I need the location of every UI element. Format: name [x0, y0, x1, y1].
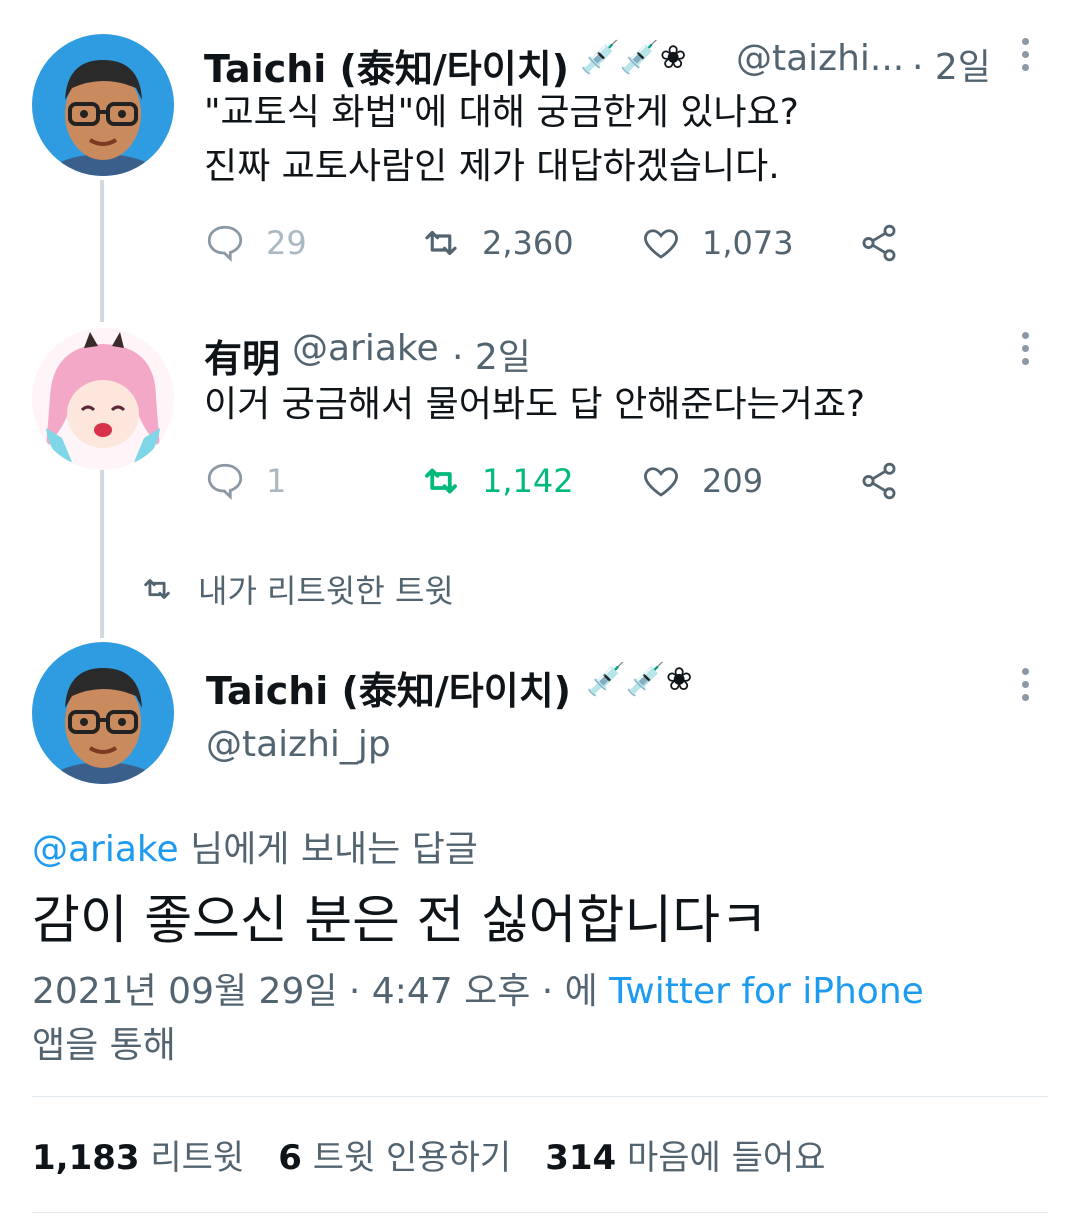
avatar-taichi-main-image	[32, 642, 174, 784]
tweet2-retweet-button[interactable]: 1,142	[420, 460, 574, 502]
stat-retweets-label: 리트윗	[150, 1138, 245, 1178]
stat-retweets[interactable]: 1,183 리트윗	[32, 1130, 244, 1179]
tweet1-author-badge: 💉💉❀	[580, 38, 687, 76]
avatar-taichi[interactable]	[32, 34, 174, 176]
retweet-context-icon	[144, 579, 170, 599]
replying-to-suffix: 님에게 보내는 답글	[178, 829, 478, 870]
main-handle[interactable]: @taizhi_jp	[206, 724, 391, 765]
tweet1-like-button[interactable]: 1,073	[640, 222, 794, 264]
main-source-link[interactable]: Twitter for iPhone	[609, 971, 924, 1012]
tweet1-retweet-count: 2,360	[482, 224, 574, 262]
main-more-icon[interactable]	[1022, 668, 1032, 707]
stats-row: 1,183 리트윗 6 트윗 인용하기 314 마음에 들어요	[32, 1130, 825, 1179]
replying-to-handle[interactable]: @ariake	[32, 829, 179, 870]
stats-divider-top	[32, 1096, 1048, 1097]
tweet1-more-icon[interactable]	[1022, 38, 1032, 77]
tweet1-time[interactable]: · 2일	[912, 38, 991, 90]
stat-quotes-count: 6	[278, 1138, 302, 1178]
tweet1-retweet-button[interactable]: 2,360	[420, 222, 574, 264]
reply-icon	[207, 463, 243, 501]
main-author-badge: 💉💉❀	[586, 660, 693, 698]
share-icon	[862, 462, 896, 500]
stat-likes-label: 마음에 들어요	[626, 1138, 826, 1178]
tweet2-handle[interactable]: @ariake	[292, 328, 439, 369]
stat-likes-count: 314	[545, 1138, 617, 1178]
tweet1-author-name[interactable]: Taichi (泰知/타이치)	[204, 38, 569, 93]
tweet2-like-count: 209	[702, 462, 764, 500]
tweet2-like-button[interactable]: 209	[640, 460, 763, 502]
main-source-suffix: 앱을 통해	[32, 1025, 176, 1066]
main-tweet-text: 감이 좋으신 분은 전 싫어합니다ㅋ	[32, 891, 768, 951]
thread-line-1	[100, 180, 104, 322]
tweet1-like-count: 1,073	[702, 224, 794, 262]
tweet2-more-icon[interactable]	[1022, 332, 1032, 371]
retweet-context: 내가 리트윗한 트윗	[140, 566, 454, 612]
tweet2-share-button[interactable]	[858, 460, 900, 502]
tweet1-handle[interactable]: @taizhi...	[736, 38, 904, 79]
main-timestamp[interactable]: 2021년 09월 29일 · 4:47 오후 · 에	[32, 971, 609, 1012]
stat-quotes[interactable]: 6 트윗 인용하기	[278, 1130, 511, 1179]
avatar-taichi-main[interactable]	[32, 642, 174, 784]
tweet1-share-button[interactable]	[858, 222, 900, 264]
retweet-icon-active	[425, 468, 457, 494]
main-author-name[interactable]: Taichi (泰知/타이치)	[206, 660, 571, 715]
tweet2-time[interactable]: · 2일	[452, 328, 531, 380]
stat-retweets-count: 1,183	[32, 1138, 140, 1178]
tweet2-reply-button[interactable]: 1	[204, 460, 286, 502]
avatar-ariake[interactable]	[32, 328, 174, 470]
stat-quotes-label: 트윗 인용하기	[312, 1138, 512, 1178]
stats-divider-bottom	[32, 1212, 1048, 1213]
tweet2-author-name[interactable]: 有明	[204, 328, 280, 383]
tweet2-text: 이거 궁금해서 물어봐도 답 안해준다는거죠?	[204, 384, 866, 425]
tweet1-reply-count: 29	[266, 224, 307, 262]
avatar-taichi-image	[32, 34, 174, 176]
tweet2-reply-count: 1	[266, 462, 287, 500]
tweet2-retweet-count: 1,142	[482, 462, 574, 500]
tweet1-reply-button[interactable]: 29	[204, 222, 307, 264]
stat-likes[interactable]: 314 마음에 들어요	[545, 1130, 825, 1179]
tweet1-text-line2: 진짜 교토사람인 제가 대답하겠습니다.	[204, 146, 780, 187]
reply-icon	[207, 225, 243, 263]
avatar-ariake-image	[32, 328, 174, 470]
retweet-context-label: 내가 리트윗한 트윗	[198, 572, 454, 610]
thread-line-2	[100, 470, 104, 638]
heart-icon	[644, 467, 678, 497]
main-timestamp-line: 2021년 09월 29일 · 4:47 오후 · 에 Twitter for …	[32, 962, 924, 1014]
heart-icon	[644, 229, 678, 259]
retweet-icon	[425, 230, 457, 256]
tweet1-text-line1: "교토식 화법"에 대해 궁금한게 있나요?	[204, 92, 799, 133]
share-icon	[862, 224, 896, 262]
replying-to: @ariake 님에게 보내는 답글	[32, 820, 478, 872]
